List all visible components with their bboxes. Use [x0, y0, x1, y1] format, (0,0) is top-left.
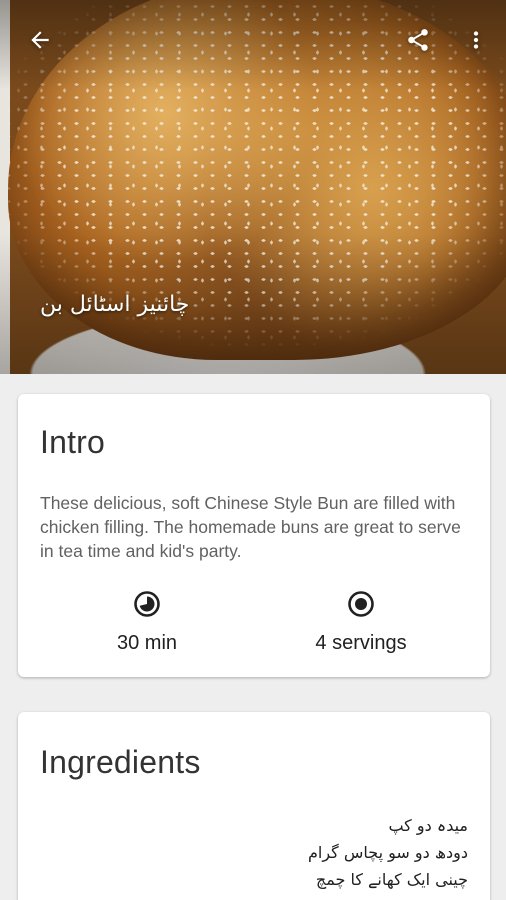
- intro-card: Intro These delicious, soft Chinese Styl…: [18, 394, 490, 677]
- ingredient-item: چینی ایک کھانے کا چمچ: [315, 870, 468, 889]
- cook-time-label: 30 min: [116, 632, 178, 654]
- intro-heading: Intro: [40, 424, 106, 460]
- ingredient-item: میدہ دو کپ: [388, 816, 468, 835]
- ingredients-list: میدہ دو کپ دودھ دو سو پچاس گرام چینی ایک…: [308, 812, 468, 893]
- intro-description: These delicious, soft Chinese Style Bun …: [40, 493, 461, 561]
- ingredients-heading: Ingredients: [40, 744, 201, 780]
- servings-label: 4 servings: [315, 632, 407, 654]
- arrow-back-icon: [31, 31, 49, 49]
- servings: 4 servings: [286, 590, 436, 655]
- ingredients-card: Ingredients میدہ دو کپ دودھ دو سو پچاس گ…: [18, 712, 490, 900]
- back-button[interactable]: [20, 20, 60, 60]
- timer-icon: [134, 591, 160, 617]
- recipe-title: چائنیز اسٹائل بن: [40, 292, 190, 317]
- servings-icon: [348, 591, 374, 617]
- more-options-button[interactable]: [456, 20, 496, 60]
- ingredient-item: دودھ دو سو پچاس گرام: [308, 843, 468, 862]
- more-vert-icon: [473, 31, 479, 49]
- share-button[interactable]: [398, 20, 438, 60]
- share-icon: [408, 29, 428, 51]
- cook-time: 30 min: [72, 590, 222, 655]
